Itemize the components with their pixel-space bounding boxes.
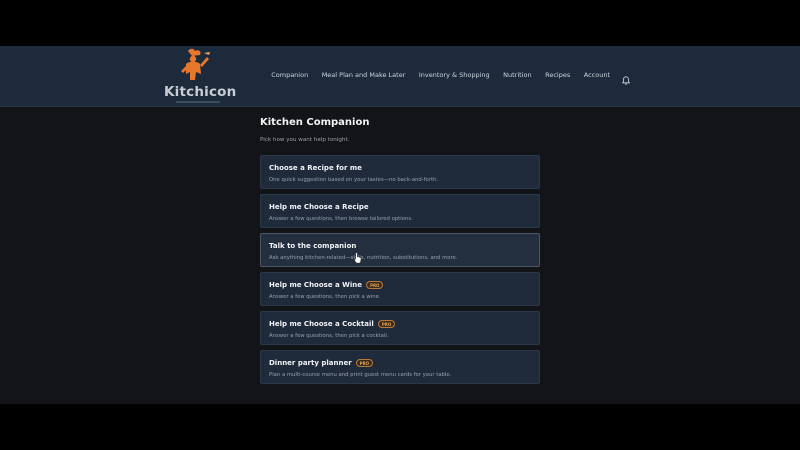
- top-header: Kitchicon Companion Meal Plan and Make L…: [0, 46, 800, 107]
- brand-underline: [176, 101, 220, 103]
- option-description: Answer a few questions, then pick a wine…: [269, 294, 381, 300]
- option-choose-recipe-for-me[interactable]: Choose a Recipe for me One quick suggest…: [260, 155, 540, 189]
- option-dinner-party-planner[interactable]: Dinner party planner PRO Plan a multi-co…: [260, 350, 540, 384]
- option-title: Help me Choose a Cocktail: [269, 320, 374, 328]
- brand-name: Kitchicon: [164, 84, 237, 100]
- video-frame: Kitchicon Companion Meal Plan and Make L…: [0, 0, 800, 450]
- app-window: Kitchicon Companion Meal Plan and Make L…: [0, 46, 800, 404]
- page-title: Kitchen Companion: [260, 117, 370, 128]
- option-description: Answer a few questions, then pick a cock…: [269, 333, 389, 339]
- nav-inventory-shopping[interactable]: Inventory & Shopping: [419, 71, 490, 79]
- brand-logo[interactable]: Kitchicon: [164, 48, 236, 104]
- pro-badge: PRO: [355, 359, 374, 367]
- bell-icon[interactable]: [621, 70, 631, 85]
- option-title: Choose a Recipe for me: [269, 164, 362, 172]
- option-title: Help me Choose a Recipe: [269, 203, 369, 211]
- option-help-choose-recipe[interactable]: Help me Choose a Recipe Answer a few que…: [260, 194, 540, 228]
- nav-companion[interactable]: Companion: [271, 71, 308, 79]
- nav-nutrition[interactable]: Nutrition: [503, 71, 531, 79]
- option-description: One quick suggestion based on your taste…: [269, 177, 439, 183]
- pro-badge: PRO: [366, 281, 384, 289]
- option-description: Answer a few questions, then browse tail…: [269, 216, 413, 222]
- nav-account[interactable]: Account: [584, 71, 610, 79]
- option-help-choose-cocktail[interactable]: Help me Choose a Cocktail PRO Answer a f…: [260, 311, 540, 345]
- option-title: Help me Choose a Wine: [269, 281, 363, 289]
- nav-meal-plan[interactable]: Meal Plan and Make Later: [322, 71, 406, 79]
- nav-recipes[interactable]: Recipes: [545, 71, 570, 79]
- option-description: Plan a multi-course menu and print guest…: [269, 372, 452, 378]
- pro-badge: PRO: [377, 320, 396, 328]
- companion-options-list: Choose a Recipe for me One quick suggest…: [260, 155, 540, 389]
- main-nav: Companion Meal Plan and Make Later Inven…: [258, 70, 631, 85]
- page-subtitle: Pick how you want help tonight.: [260, 137, 350, 143]
- chef-figure-logo-icon: [181, 48, 210, 80]
- option-description: Ask anything kitchen-related—skills, nut…: [269, 255, 458, 261]
- option-help-choose-wine[interactable]: Help me Choose a Wine PRO Answer a few q…: [260, 272, 540, 306]
- main-content: Kitchen Companion Pick how you want help…: [260, 117, 540, 384]
- option-talk-to-companion[interactable]: Talk to the companion Ask anything kitch…: [260, 233, 540, 267]
- option-title: Talk to the companion: [269, 242, 357, 250]
- option-title: Dinner party planner: [269, 359, 352, 367]
